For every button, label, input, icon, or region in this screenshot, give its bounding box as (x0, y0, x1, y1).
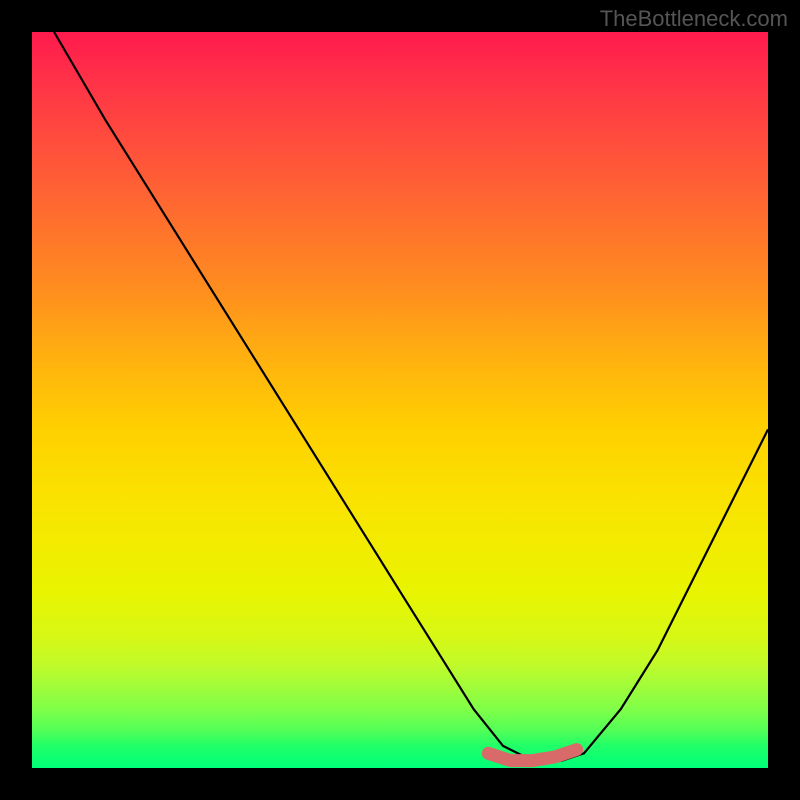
watermark-text: TheBottleneck.com (600, 6, 788, 32)
chart-highlight-svg (32, 32, 768, 768)
chart-container (32, 32, 768, 768)
highlight-segment-path (488, 750, 576, 761)
